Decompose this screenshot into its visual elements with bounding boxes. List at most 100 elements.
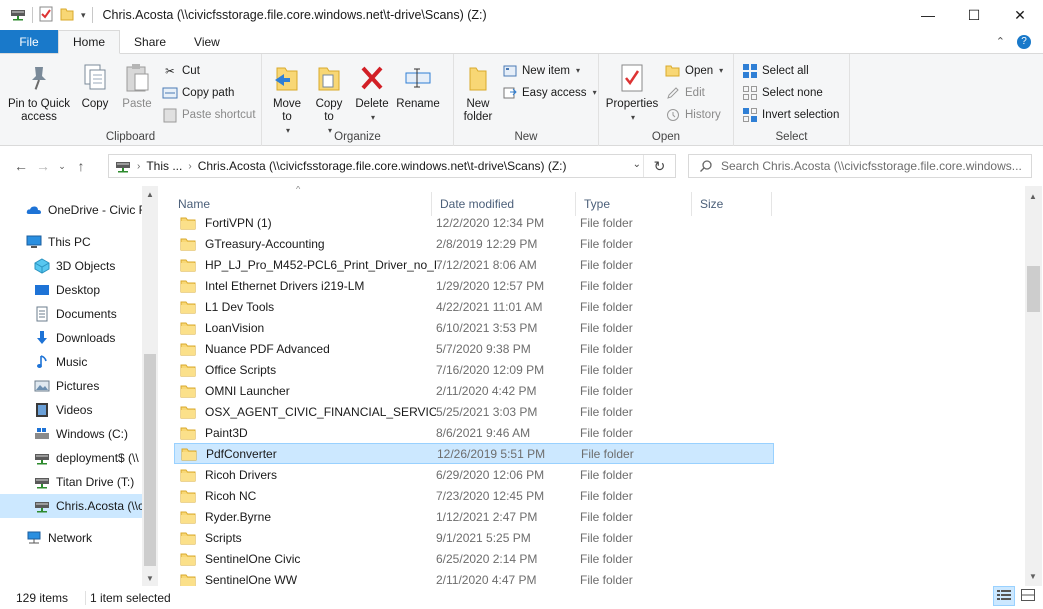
table-row[interactable]: SentinelOne WW 2/11/2020 4:47 PM File fold…	[174, 569, 774, 586]
nav-item-pictures[interactable]: Pictures	[0, 374, 142, 398]
scrollbar-thumb[interactable]	[144, 354, 156, 566]
tab-home[interactable]: Home	[58, 30, 121, 54]
edit-button[interactable]: Edit	[665, 83, 723, 102]
history-button[interactable]: History	[665, 105, 723, 124]
nav-item-network[interactable]: Network	[0, 526, 142, 550]
scrollbar-thumb[interactable]	[1027, 266, 1040, 312]
nav-item-music[interactable]: Music	[0, 350, 142, 374]
file-name-cell[interactable]: Ryder.Byrne	[174, 510, 436, 524]
breadcrumb-this-pc[interactable]: This ...	[140, 159, 188, 173]
cut-button[interactable]: ✂ Cut	[162, 61, 256, 80]
close-button[interactable]: ✕	[997, 0, 1043, 30]
chevron-right-icon[interactable]: ›	[131, 161, 140, 172]
table-row[interactable]: GTreasury-Accounting 2/8/2019 12:29 PM Fil…	[174, 233, 774, 254]
type-cell: File folder	[580, 320, 633, 335]
nav-item-deployment[interactable]: deployment$ (\\	[0, 446, 142, 470]
windows-drive-icon	[34, 426, 50, 442]
maximize-button[interactable]: ☐	[951, 0, 997, 30]
file-name-cell[interactable]: Paint3D	[174, 426, 436, 440]
refresh-icon[interactable]: ↻	[643, 155, 675, 177]
table-row[interactable]: Nuance PDF Advanced 5/7/2020 9:38 PM File …	[174, 338, 774, 359]
tab-share[interactable]: Share	[120, 30, 180, 53]
new-item-button[interactable]: New item ▾	[502, 61, 597, 80]
file-name-cell[interactable]: PdfConverter	[175, 447, 437, 461]
table-row[interactable]: OSX_AGENT_CIVIC_FINANCIAL_SERVICES...5/2…	[174, 401, 774, 422]
navigation-scrollbar[interactable]: ▲ ▼	[142, 186, 158, 586]
file-name-cell[interactable]: L1 Dev Tools	[174, 300, 436, 314]
nav-item-windows-c[interactable]: Windows (C:)	[0, 422, 142, 446]
file-name-cell[interactable]: OSX_AGENT_CIVIC_FINANCIAL_SERVICES...	[174, 405, 436, 419]
up-button[interactable]: ↑	[70, 154, 92, 178]
details-view-button[interactable]	[993, 586, 1015, 606]
table-row[interactable]: L1 Dev Tools 4/22/2021 11:01 AM File folde…	[174, 296, 774, 317]
file-name-cell[interactable]: HP_LJ_Pro_M452-PCL6_Print_Driver_no_I...	[174, 258, 436, 272]
open-button[interactable]: Open ▾	[665, 61, 723, 80]
new-folder-icon[interactable]	[59, 6, 75, 25]
new-item-icon	[502, 63, 518, 79]
table-row[interactable]: OMNI Launcher 2/11/2020 4:42 PM File folde…	[174, 380, 774, 401]
select-all-button[interactable]: Select all	[742, 61, 839, 80]
select-none-button[interactable]: Select none	[742, 83, 839, 102]
nav-item-this-pc[interactable]: This PC	[0, 230, 142, 254]
file-list-scrollbar[interactable]: ▲ ▼	[1025, 186, 1042, 586]
file-name-cell[interactable]: SentinelOne Civic	[174, 552, 436, 566]
file-name-cell[interactable]: OMNI Launcher	[174, 384, 436, 398]
address-bar[interactable]: › This ... › Chris.Acosta (\\civicfsstor…	[108, 154, 676, 178]
table-row[interactable]: FortiVPN (1) 12/2/2020 12:34 PM File folde…	[174, 212, 774, 233]
file-name-cell[interactable]: Scripts	[174, 531, 436, 545]
table-row[interactable]: Intel Ethernet Drivers i219-LM 1/29/2020 …	[174, 275, 774, 296]
recent-locations-button[interactable]: ⌄	[54, 154, 70, 178]
file-name-cell[interactable]: GTreasury-Accounting	[174, 237, 436, 251]
forward-button[interactable]: →	[32, 154, 54, 178]
nav-item-chris-acosta[interactable]: Chris.Acosta (\\c	[0, 494, 144, 518]
large-icons-view-button[interactable]	[1017, 586, 1039, 606]
nav-item-videos[interactable]: Videos	[0, 398, 142, 422]
paste-icon	[121, 60, 153, 96]
scroll-down-icon[interactable]: ▼	[1025, 568, 1041, 584]
scroll-up-icon[interactable]: ▲	[1025, 188, 1041, 204]
breadcrumb-current[interactable]: Chris.Acosta (\\civicfsstorage.file.core…	[192, 159, 573, 173]
tab-file[interactable]: File	[0, 30, 58, 53]
back-button[interactable]: ←	[10, 154, 32, 178]
table-row[interactable]: Ricoh NC 7/23/2020 12:45 PM File folder	[174, 485, 774, 506]
table-row[interactable]: Paint3D 8/6/2021 9:46 AM File folder	[174, 422, 774, 443]
minimize-button[interactable]: —	[905, 0, 951, 30]
table-row[interactable]: PdfConverter 12/26/2019 5:51 PM File folde…	[174, 443, 774, 464]
table-row[interactable]: SentinelOne Civic 6/25/2020 2:14 PM File f…	[174, 548, 774, 569]
table-row[interactable]: Ryder.Byrne 1/12/2021 2:47 PM File folder	[174, 506, 774, 527]
paste-shortcut-button[interactable]: Paste shortcut	[162, 105, 256, 124]
chevron-down-icon[interactable]: ▾	[81, 10, 86, 21]
search-input[interactable]: Search Chris.Acosta (\\civicfsstorage.fi…	[688, 154, 1032, 178]
nav-item-documents[interactable]: Documents	[0, 302, 142, 326]
type-cell: File folder	[580, 236, 633, 251]
table-row[interactable]: Office Scripts 7/16/2020 12:09 PM File fol…	[174, 359, 774, 380]
scroll-up-icon[interactable]: ▲	[142, 186, 158, 202]
table-row[interactable]: Ricoh Drivers 6/29/2020 12:06 PM File fold…	[174, 464, 774, 485]
file-name-cell[interactable]: FortiVPN (1)	[174, 216, 436, 230]
file-name-cell[interactable]: SentinelOne WW	[174, 573, 436, 586]
file-name-cell[interactable]: Intel Ethernet Drivers i219-LM	[174, 279, 436, 293]
nav-item-desktop[interactable]: Desktop	[0, 278, 142, 302]
file-name-cell[interactable]: Ricoh Drivers	[174, 468, 436, 482]
easy-access-button[interactable]: Easy access ▾	[502, 83, 597, 102]
nav-item-titan-drive[interactable]: Titan Drive (T:)	[0, 470, 142, 494]
table-row[interactable]: Scripts 9/1/2021 5:25 PM File folder	[174, 527, 774, 548]
help-icon[interactable]: ?	[1017, 34, 1031, 49]
invert-selection-button[interactable]: Invert selection	[742, 105, 839, 124]
tab-view[interactable]: View	[180, 30, 234, 53]
file-name-cell[interactable]: Ricoh NC	[174, 489, 436, 503]
table-row[interactable]: HP_LJ_Pro_M452-PCL6_Print_Driver_no_I...…	[174, 254, 774, 275]
properties-icon[interactable]	[39, 6, 53, 25]
copy-path-button[interactable]: Copy path	[162, 83, 256, 102]
nav-item-3d-objects[interactable]: 3D Objects	[0, 254, 142, 278]
chevron-down-icon[interactable]: ⌄	[633, 159, 641, 170]
nav-item-onedrive[interactable]: OneDrive - Civic F	[0, 198, 146, 222]
scroll-down-icon[interactable]: ▼	[142, 570, 158, 586]
file-name-cell[interactable]: Nuance PDF Advanced	[174, 342, 436, 356]
file-name-cell[interactable]: Office Scripts	[174, 363, 436, 377]
collapse-ribbon-icon[interactable]: ⌃	[996, 35, 1005, 48]
nav-item-downloads[interactable]: Downloads	[0, 326, 142, 350]
table-row[interactable]: LoanVision 6/10/2021 3:53 PM File folder	[174, 317, 774, 338]
file-name-cell[interactable]: LoanVision	[174, 321, 436, 335]
search-icon	[699, 159, 713, 173]
